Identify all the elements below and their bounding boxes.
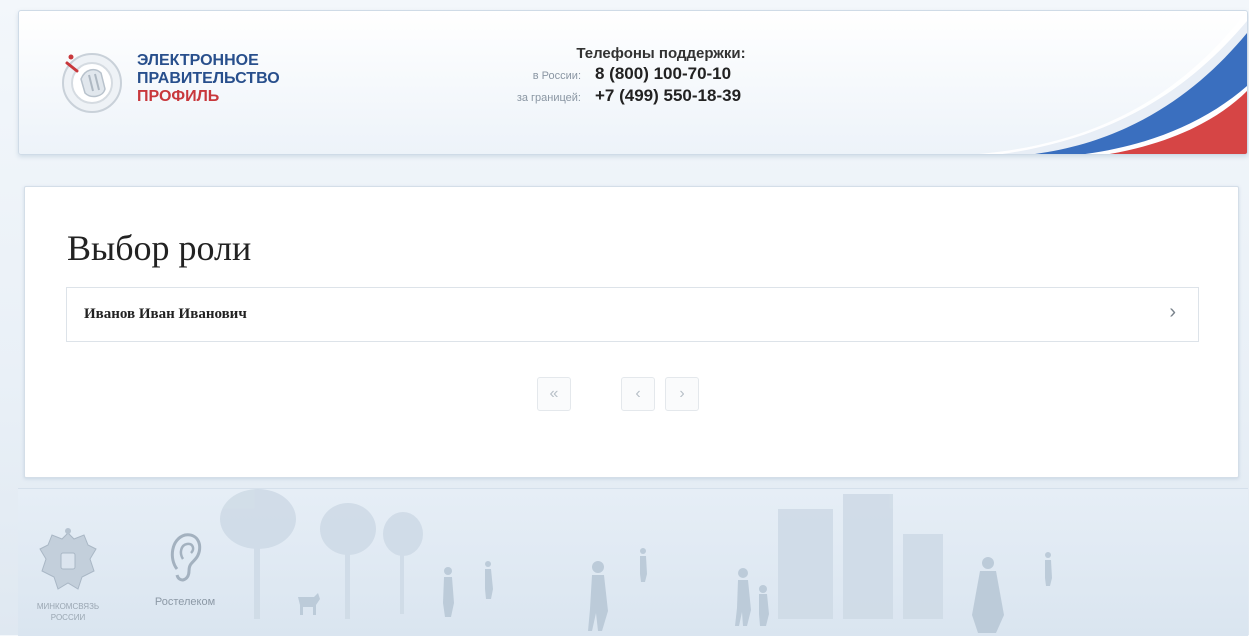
site-footer: МИНКОМСВЯЗЬ РОССИИ Ростелеком (18, 488, 1248, 636)
abroad-label: за границей: (516, 92, 581, 104)
rostelecom-label: Ростелеком (154, 596, 216, 608)
role-name: Иванов Иван Иванович (84, 306, 247, 322)
next-page-button[interactable]: › (665, 377, 699, 411)
abroad-phone-number: +7 (499) 550-18-39 (595, 86, 742, 105)
support-row-abroad: за границей: +7 (499) 550-18-39 (471, 86, 811, 106)
site-header: ЭЛЕКТРОННОЕ ПРАВИТЕЛЬСТВО ПРОФИЛЬ Телефо… (18, 10, 1248, 155)
chevron-right-icon: › (1169, 301, 1176, 323)
prev-page-button[interactable]: ‹ (621, 377, 655, 411)
first-page-button[interactable]: « (537, 377, 571, 411)
logo-line-3: ПРОФИЛЬ (137, 88, 220, 105)
ministry-label-1: МИНКОМСВЯЗЬ (36, 602, 100, 611)
russia-phone-number: 8 (800) 100-70-10 (595, 64, 732, 83)
logo-line-1: ЭЛЕКТРОННОЕ (137, 52, 259, 69)
rostelecom-logo: Ростелеком (140, 529, 230, 608)
role-list-item[interactable]: Иванов Иван Иванович › (66, 287, 1199, 342)
support-row-russia: в России: 8 (800) 100-70-10 (471, 64, 811, 84)
support-phones: Телефоны поддержки: в России: 8 (800) 10… (471, 45, 811, 106)
rostelecom-ear-icon (170, 533, 202, 582)
russia-label: в России: (532, 70, 581, 82)
russian-flag-swoosh (977, 11, 1247, 154)
ministry-label-2: РОССИИ (50, 613, 86, 622)
page-title: Выбор роли (67, 228, 252, 268)
egov-logo-icon (62, 53, 122, 113)
ministry-emblem: МИНКОМСВЯЗЬ РОССИИ (28, 527, 108, 622)
support-title: Телефоны поддержки: (576, 45, 746, 62)
logo-line-2: ПРАВИТЕЛЬСТВО (137, 70, 280, 87)
role-selection-card: Выбор роли Иванов Иван Иванович › « ‹ › (24, 186, 1239, 478)
coat-of-arms-icon (39, 528, 97, 590)
logo-text: ЭЛЕКТРОННОЕ ПРАВИТЕЛЬСТВО ПРОФИЛЬ (137, 52, 280, 106)
